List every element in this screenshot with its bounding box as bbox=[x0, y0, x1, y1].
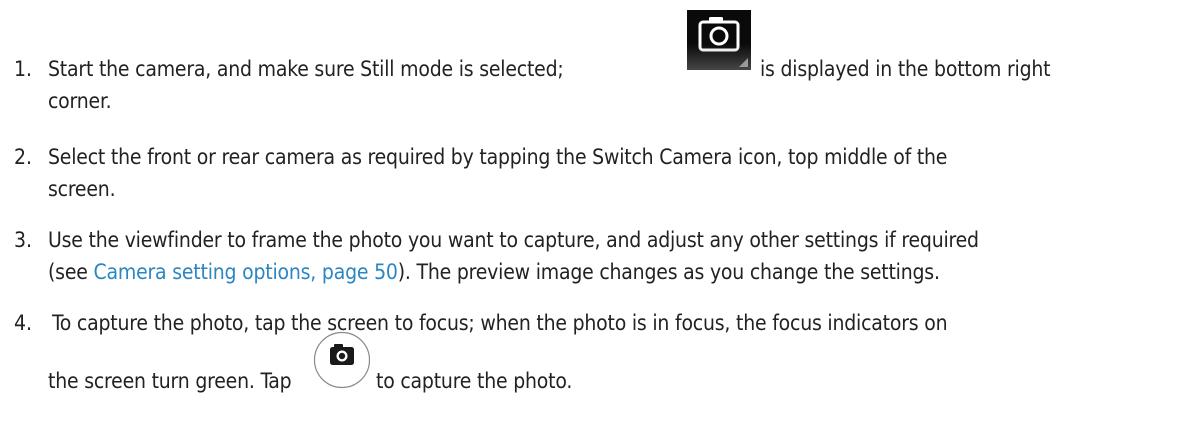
step-text: is displayed in the bottom right bbox=[760, 57, 1051, 81]
camera-setting-options-link[interactable]: Camera setting options, page 50 bbox=[93, 260, 397, 284]
step-text: screen. bbox=[48, 177, 116, 201]
step-text: to capture the photo. bbox=[376, 369, 573, 393]
step-text: Use the viewfinder to frame the photo yo… bbox=[48, 228, 979, 252]
step-text-line-2: (see Camera setting options, page 50). T… bbox=[48, 257, 940, 287]
shutter-button-icon bbox=[313, 331, 371, 389]
step-text: Start the camera, and make sure Still mo… bbox=[48, 57, 564, 81]
step-text: Select the front or rear camera as requi… bbox=[48, 145, 948, 169]
step-number: 4. bbox=[14, 311, 33, 335]
step-text: ). The preview image changes as you chan… bbox=[397, 260, 940, 284]
step-text: (see bbox=[48, 260, 94, 284]
step-number: 3. bbox=[14, 228, 33, 252]
step-text: the screen turn green. Tap bbox=[48, 369, 292, 393]
still-mode-camera-icon bbox=[687, 10, 751, 70]
step-text: To capture the photo, tap the screen to … bbox=[52, 311, 948, 335]
step-text: corner. bbox=[48, 89, 112, 113]
step-number: 2. bbox=[14, 145, 33, 169]
instruction-list: 1. Start the camera, and make sure Still… bbox=[0, 0, 1194, 421]
step-number: 1. bbox=[14, 57, 33, 81]
